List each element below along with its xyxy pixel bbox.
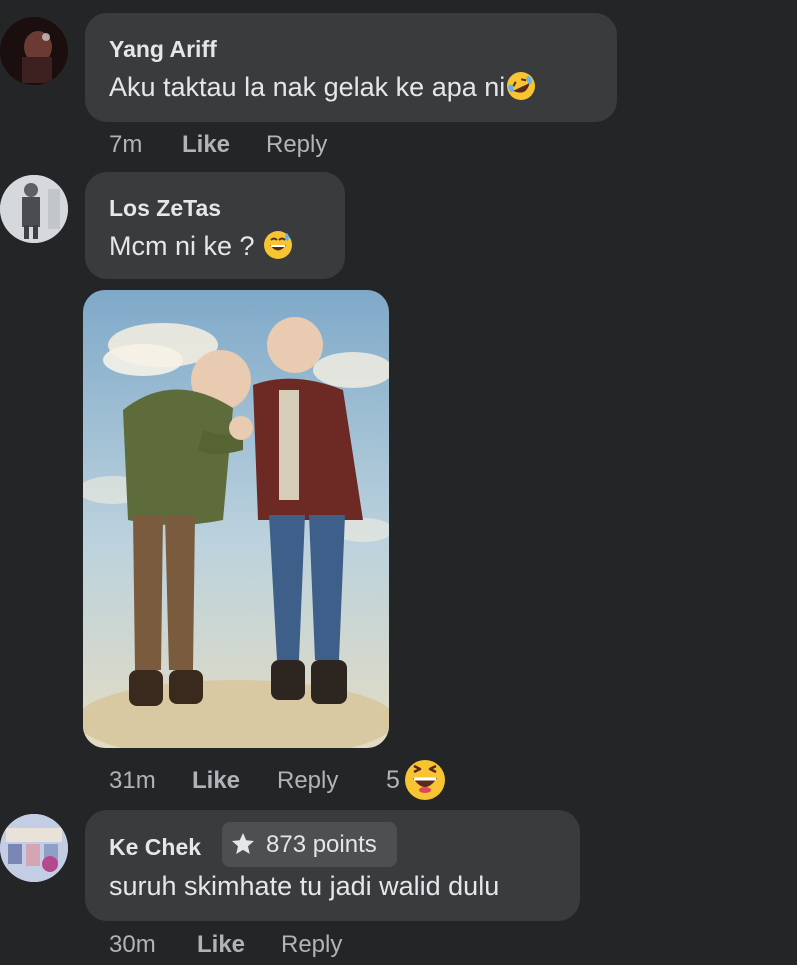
avatar-yang-ariff[interactable] [0,17,68,85]
comment-bubble [85,13,617,122]
comment-text: Mcm ni ke ? [109,229,294,262]
rolling-on-floor-laughing-emoji-icon [507,72,536,100]
comment-author[interactable]: Ke Chek [109,834,201,861]
laughing-reaction-emoji-icon[interactable] [403,758,447,802]
star-icon [232,833,254,854]
like-button[interactable]: Like [182,131,230,159]
comment-author[interactable]: Yang Ariff [109,36,217,63]
like-button[interactable]: Like [197,931,245,959]
avatar-los-zetas[interactable] [0,175,68,243]
comment-time[interactable]: 30m [109,931,156,959]
comment-time[interactable]: 7m [109,131,142,159]
reply-button[interactable]: Reply [281,931,342,959]
comment-time[interactable]: 31m [109,767,156,795]
reaction-count[interactable]: 5 [386,766,400,795]
like-button[interactable]: Like [192,767,240,795]
reply-button[interactable]: Reply [266,131,327,159]
points-badge[interactable]: 873 points [222,822,397,867]
reply-button[interactable]: Reply [277,767,338,795]
points-text: 873 points [266,831,377,858]
avatar-ke-chek[interactable] [0,814,68,882]
comment-text: Aku taktau la nak gelak ke apa ni [109,70,537,103]
comment-image[interactable] [83,290,389,748]
comment-author[interactable]: Los ZeTas [109,195,221,222]
comment-bubble [85,172,345,279]
grinning-sweat-emoji-icon [264,231,293,259]
comment-text: suruh skimhate tu jadi walid dulu [109,871,500,901]
